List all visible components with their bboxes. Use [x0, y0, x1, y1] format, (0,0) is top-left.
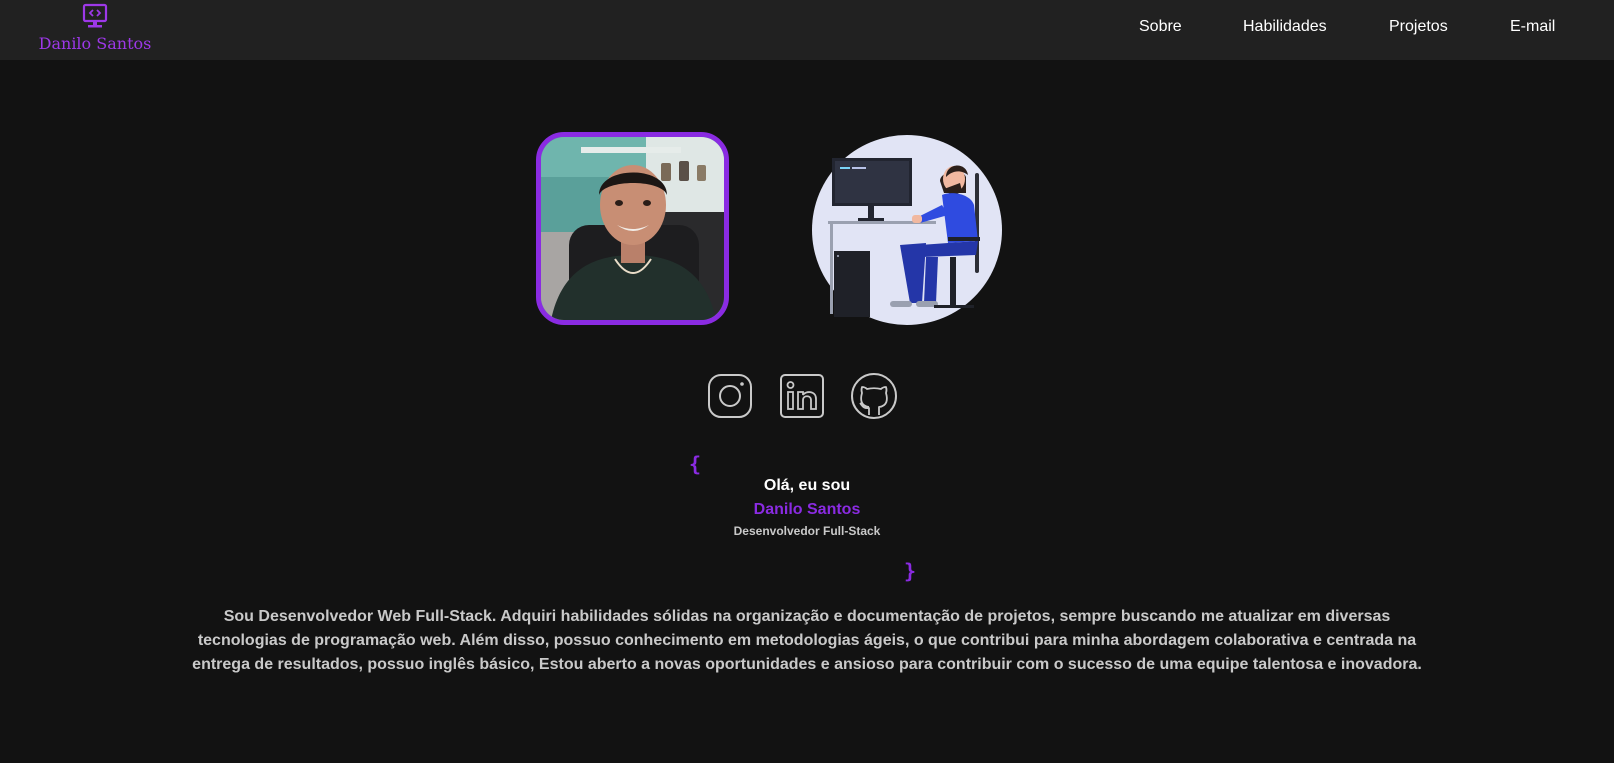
profile-photo	[536, 132, 729, 325]
code-brace-close: }	[904, 559, 917, 583]
hero-role: Desenvolvedor Full-Stack	[733, 524, 881, 538]
github-link[interactable]	[850, 372, 898, 420]
nav-link-email[interactable]: E-mail	[1510, 18, 1555, 36]
code-brace-open: {	[689, 452, 702, 476]
instagram-icon	[708, 374, 752, 418]
hero-name: Danilo Santos	[753, 501, 861, 518]
about-text: Sou Desenvolvedor Web Full-Stack. Adquir…	[192, 608, 1422, 673]
developer-at-desk-illustration	[812, 135, 1002, 325]
linkedin-icon	[780, 374, 824, 418]
social-links	[706, 372, 902, 422]
brand-name: Danilo Santos	[38, 34, 152, 53]
nav-link-sobre[interactable]: Sobre	[1139, 18, 1182, 36]
profile-photo-image	[541, 137, 724, 320]
nav-link-projetos[interactable]: Projetos	[1389, 18, 1448, 36]
monitor-code-icon	[82, 3, 108, 28]
github-icon	[851, 373, 897, 419]
brand-logo-link[interactable]: Danilo Santos	[30, 0, 160, 60]
linkedin-link[interactable]	[778, 372, 826, 420]
navbar: Danilo Santos Sobre Habilidades Projetos…	[0, 0, 1614, 60]
greeting-text: Olá, eu sou	[763, 477, 851, 494]
instagram-link[interactable]	[706, 372, 754, 420]
nav-link-habilidades[interactable]: Habilidades	[1243, 18, 1327, 36]
